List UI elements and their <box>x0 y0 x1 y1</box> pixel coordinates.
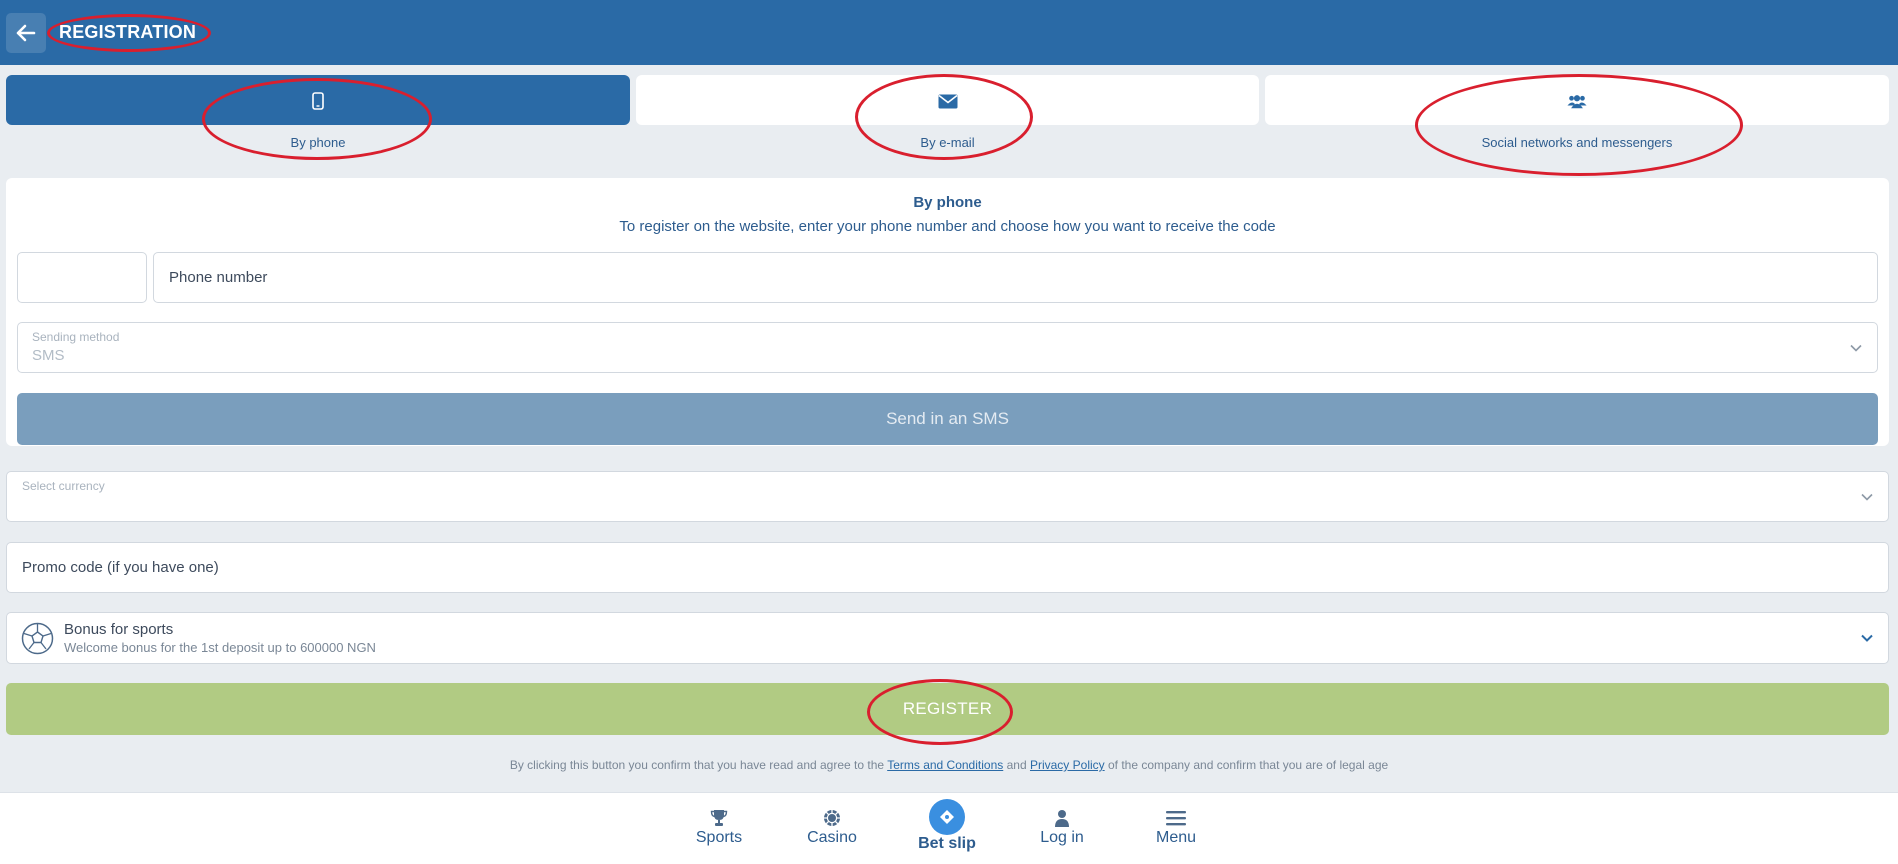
ticket-icon <box>929 799 965 835</box>
promo-code-input[interactable]: Promo code (if you have one) <box>6 542 1889 593</box>
nav-bet-slip[interactable]: Bet slip <box>897 793 997 864</box>
form-description: To register on the website, enter your p… <box>619 218 1276 235</box>
sending-method-value: SMS <box>32 347 65 364</box>
hamburger-menu-icon <box>1165 807 1187 829</box>
legal-notice: By clicking this button you confirm that… <box>0 758 1898 772</box>
chevron-down-icon <box>1850 344 1862 352</box>
bonus-select[interactable]: Bonus for sports Welcome bonus for the 1… <box>6 612 1889 664</box>
annotation-ring-title <box>47 14 211 52</box>
back-button[interactable] <box>6 13 46 53</box>
legal-suffix: of the company and confirm that you are … <box>1108 758 1389 772</box>
phone-number-placeholder: Phone number <box>169 269 268 286</box>
nav-log-in[interactable]: Log in <box>1012 793 1112 864</box>
bottom-navigation: Sports Casino Bet slip Log in Menu <box>0 792 1898 864</box>
phone-number-input[interactable]: Phone number <box>153 252 1878 303</box>
send-sms-button[interactable]: Send in an SMS <box>17 393 1878 445</box>
sending-method-select[interactable]: Sending method SMS <box>17 322 1878 373</box>
phone-registration-card: By phone To register on the website, ent… <box>6 178 1889 446</box>
nav-label-log-in: Log in <box>1040 829 1084 846</box>
privacy-policy-link[interactable]: Privacy Policy <box>1030 758 1105 772</box>
nav-label-bet-slip: Bet slip <box>918 835 976 852</box>
annotation-ring-by-email <box>855 74 1033 160</box>
bonus-title: Bonus for sports <box>64 621 174 638</box>
user-icon <box>1051 807 1073 829</box>
chevron-down-icon <box>1861 493 1873 501</box>
nav-sports[interactable]: Sports <box>669 793 769 864</box>
bonus-subtitle: Welcome bonus for the 1st deposit up to … <box>64 640 376 655</box>
promo-code-placeholder: Promo code (if you have one) <box>22 559 219 576</box>
nav-label-casino: Casino <box>807 829 857 846</box>
arrow-left-icon <box>16 24 36 42</box>
annotation-ring-by-phone <box>202 78 432 160</box>
form-title: By phone <box>913 194 982 211</box>
legal-and: and <box>1006 758 1027 772</box>
nav-label-menu: Menu <box>1155 829 1197 846</box>
terms-link[interactable]: Terms and Conditions <box>887 758 1003 772</box>
sending-method-label: Sending method <box>32 330 120 344</box>
nav-label-sports: Sports <box>695 829 743 846</box>
nav-casino[interactable]: Casino <box>782 793 882 864</box>
nav-menu[interactable]: Menu <box>1126 793 1226 864</box>
currency-select[interactable]: Select currency <box>6 471 1889 522</box>
chevron-down-icon <box>1861 634 1873 642</box>
trophy-icon <box>708 807 730 829</box>
annotation-ring-register <box>867 679 1013 745</box>
country-code-select[interactable] <box>17 252 147 303</box>
currency-label: Select currency <box>22 479 105 493</box>
header-bar: REGISTRATION <box>0 0 1898 65</box>
soccer-ball-icon <box>21 622 54 655</box>
casino-chip-icon <box>821 807 843 829</box>
legal-prefix: By clicking this button you confirm that… <box>509 758 885 772</box>
annotation-ring-social <box>1415 74 1743 176</box>
